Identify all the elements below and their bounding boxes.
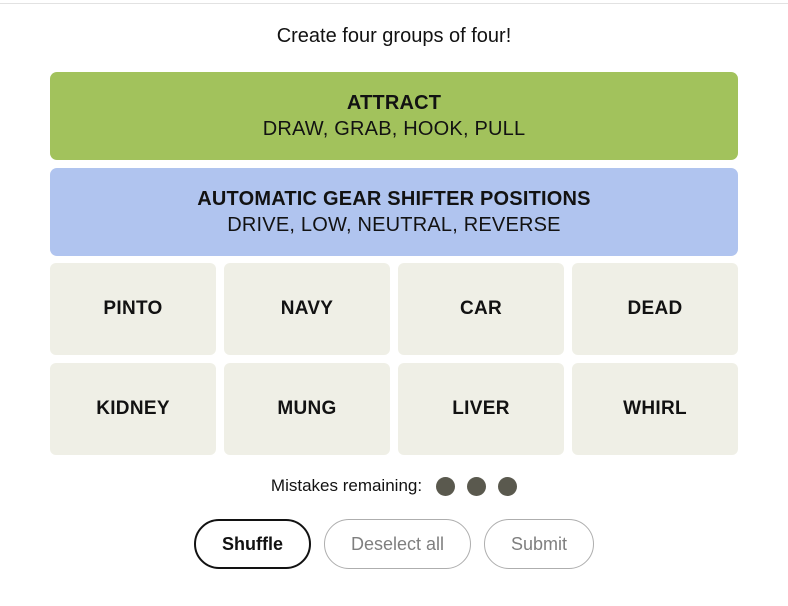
submit-button[interactable]: Submit bbox=[484, 519, 595, 569]
word-tile[interactable]: CAR bbox=[398, 263, 564, 355]
word-tile-grid: PINTO NAVY CAR DEAD KIDNEY MUNG LIVER WHIRL bbox=[50, 263, 738, 455]
solved-group-title: AUTOMATIC GEAR SHIFTER POSITIONS bbox=[197, 188, 591, 210]
word-tile[interactable]: LIVER bbox=[398, 363, 564, 455]
connections-game: Create four groups of four! ATTRACT DRAW,… bbox=[0, 0, 788, 606]
word-tile[interactable]: KIDNEY bbox=[50, 363, 216, 455]
solved-group-title: ATTRACT bbox=[346, 92, 442, 114]
mistake-dot bbox=[436, 476, 456, 496]
mistakes-remaining: Mistakes remaining: bbox=[0, 476, 788, 496]
solved-group: ATTRACT DRAW, GRAB, HOOK, PULL bbox=[50, 72, 738, 160]
solved-group-members: DRIVE, LOW, NEUTRAL, REVERSE bbox=[227, 214, 561, 236]
mistakes-remaining-label: Mistakes remaining: bbox=[270, 476, 423, 495]
word-tile[interactable]: PINTO bbox=[50, 263, 216, 355]
solved-groups-list: ATTRACT DRAW, GRAB, HOOK, PULL AUTOMATIC G… bbox=[50, 72, 738, 264]
mistake-dot bbox=[498, 476, 518, 496]
deselect-all-button[interactable]: Deselect all bbox=[323, 519, 471, 569]
word-tile[interactable]: DEAD bbox=[572, 263, 738, 355]
solved-group: AUTOMATIC GEAR SHIFTER POSITIONS DRIVE, L… bbox=[50, 168, 738, 256]
mistake-dots bbox=[436, 476, 518, 496]
page-title: Create four groups of four! bbox=[276, 25, 512, 47]
action-button-row: Shuffle Deselect all Submit bbox=[0, 519, 788, 569]
shuffle-button[interactable]: Shuffle bbox=[193, 519, 311, 569]
word-tile[interactable]: MUNG bbox=[224, 363, 390, 455]
mistake-dot bbox=[467, 476, 487, 496]
word-tile[interactable]: WHIRL bbox=[572, 363, 738, 455]
word-tile[interactable]: NAVY bbox=[224, 263, 390, 355]
solved-group-members: DRAW, GRAB, HOOK, PULL bbox=[262, 118, 526, 140]
